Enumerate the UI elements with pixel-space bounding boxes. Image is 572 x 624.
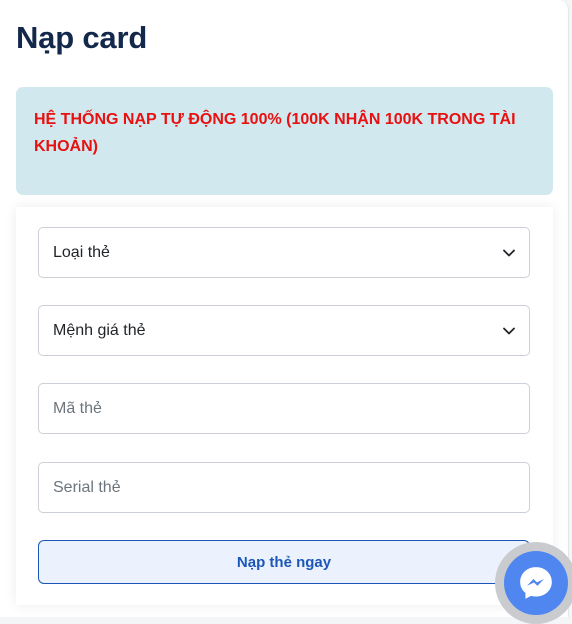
messenger-icon [520, 567, 552, 599]
card-type-select-value: Loại thẻ [53, 243, 110, 261]
messenger-chat-button[interactable] [495, 542, 572, 624]
submit-deposit-button[interactable]: Nạp thẻ ngay [38, 540, 530, 584]
auto-deposit-notice: HỆ THỐNG NẠP TỰ ĐỘNG 100% (100K NHẬN 100… [16, 87, 553, 195]
serial-field[interactable] [38, 462, 530, 513]
page-title: Nạp card [16, 20, 148, 55]
serial-input[interactable] [53, 478, 515, 497]
chevron-down-icon [503, 249, 515, 256]
card-code-field[interactable] [38, 383, 530, 434]
messenger-chat-bubble [504, 551, 568, 615]
deposit-card-panel: Nạp card HỆ THỐNG NẠP TỰ ĐỘNG 100% (100K… [0, 0, 569, 617]
denomination-select[interactable]: Mệnh giá thẻ [38, 305, 530, 356]
chevron-down-icon [503, 327, 515, 334]
card-deposit-form: Loại thẻ Mệnh giá thẻ Nạp thẻ ngay [16, 207, 553, 605]
notice-text: HỆ THỐNG NẠP TỰ ĐỘNG 100% (100K NHẬN 100… [34, 111, 516, 155]
denomination-select-value: Mệnh giá thẻ [53, 321, 146, 339]
card-type-select[interactable]: Loại thẻ [38, 227, 530, 278]
card-code-input[interactable] [53, 399, 515, 418]
